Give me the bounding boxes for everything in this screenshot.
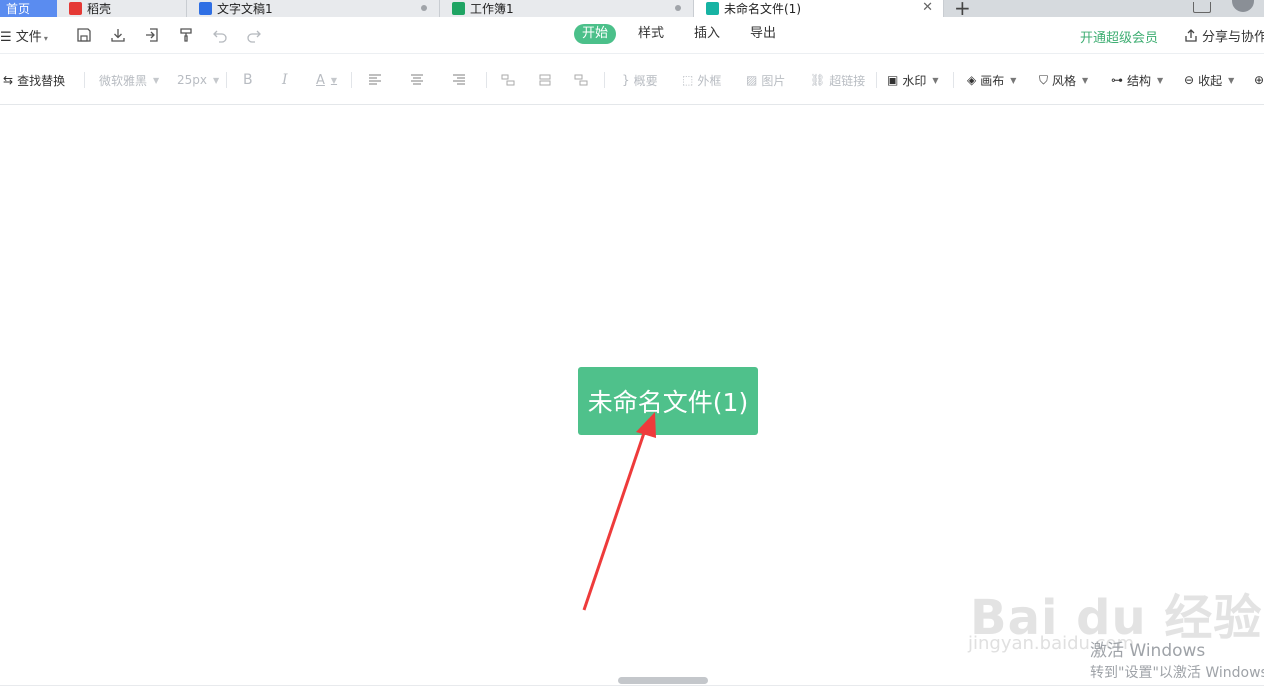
activate-windows-title: 激活 Windows [1090, 641, 1206, 661]
status-divider [0, 685, 1264, 686]
horizontal-scrollbar[interactable] [618, 677, 708, 684]
activate-windows-subtitle: 转到"设置"以激活 Windows [1090, 665, 1264, 681]
